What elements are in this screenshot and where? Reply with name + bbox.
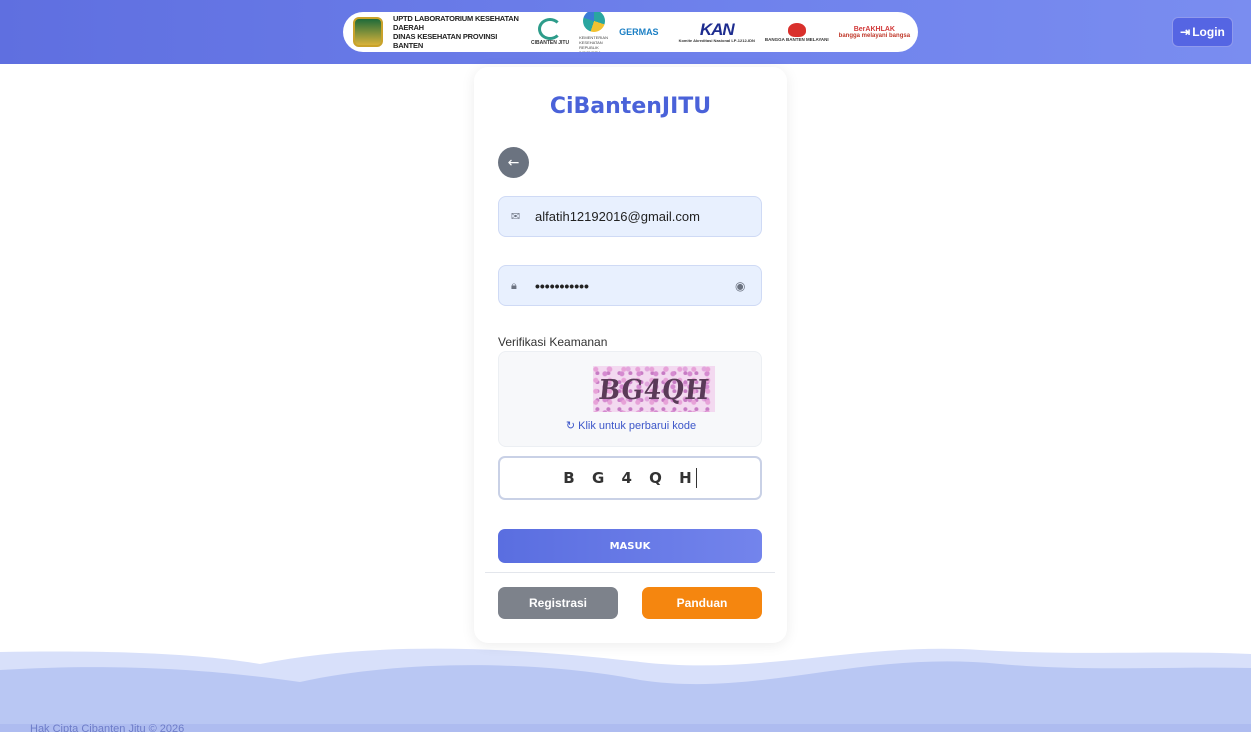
kemenkes-logo: KEMENTERIAN KESEHATAN REPUBLIK INDONESIA xyxy=(579,12,609,52)
login-card: CiBantenJITU ← ✉ alfatih12192016@gmail.c… xyxy=(474,67,787,643)
password-field[interactable]: 🔒︎ ••••••••••• ◉ xyxy=(498,265,762,306)
verification-label: Verifikasi Keamanan xyxy=(498,335,608,349)
footer-copyright: Hak Cipta Cibanten Jitu © 2026 xyxy=(30,723,185,732)
captcha-image: BG4QH xyxy=(593,366,715,412)
text-caret xyxy=(695,468,697,488)
login-button[interactable]: ⇥ Login xyxy=(1172,17,1233,47)
arrow-left-icon: ← xyxy=(507,154,520,171)
bangga-banten-logo: BANGGA BANTEN MELAYANI xyxy=(764,22,829,42)
berakhlak-logo-text: BerAKHLAK xyxy=(853,25,895,33)
panduan-button[interactable]: Panduan xyxy=(642,587,762,619)
cibanten-jitu-logo: CIBANTEN JITU xyxy=(531,18,569,46)
germas-logo: GERMAS xyxy=(619,27,659,37)
envelope-icon: ✉ xyxy=(511,210,521,223)
eye-icon[interactable]: ◉ xyxy=(735,279,749,293)
lock-icon: 🔒︎ xyxy=(511,278,517,292)
login-button-label: Login xyxy=(1192,25,1225,39)
captcha-input-value: B G 4 Q H xyxy=(563,469,698,487)
masuk-button[interactable]: MASUK xyxy=(498,529,762,563)
kan-logo-caption: Komite Akreditasi Nasional LP-1212-IDN xyxy=(678,37,755,43)
captcha-panel: BG4QH ↻ Klik untuk perbarui kode xyxy=(498,351,762,447)
bangga-melayani-logo-text: bangga melayani bangsa xyxy=(838,32,911,39)
kemenkes-mark-icon xyxy=(583,12,606,32)
captcha-refresh-label: Klik untuk perbarui kode xyxy=(578,420,697,432)
institution-line-1: UPTD LABORATORIUM KESEHATAN DAERAH xyxy=(393,14,519,32)
password-value: ••••••••••• xyxy=(535,277,589,294)
berakhlak-logo: BerAKHLAK bangga melayani bangsa xyxy=(839,26,910,39)
registrasi-button[interactable]: Registrasi xyxy=(498,587,618,619)
bangga-banten-caption: BANGGA BANTEN MELAYANI xyxy=(764,36,829,42)
partner-logo-strip: UPTD LABORATORIUM KESEHATAN DAERAH DINAS… xyxy=(343,12,918,52)
divider xyxy=(485,572,775,573)
bangga-heart-icon xyxy=(787,22,806,37)
back-button[interactable]: ← xyxy=(498,147,529,178)
institution-line-2: DINAS KESEHATAN PROVINSI BANTEN xyxy=(393,32,498,50)
captcha-input[interactable]: B G 4 Q H xyxy=(498,456,762,500)
top-navbar: UPTD LABORATORIUM KESEHATAN DAERAH DINAS… xyxy=(0,0,1251,64)
app-title: CiBantenJITU xyxy=(549,94,712,119)
refresh-icon: ↻ xyxy=(565,420,576,432)
captcha-refresh-link[interactable]: ↻ Klik untuk perbarui kode xyxy=(499,419,763,432)
banten-seal-logo xyxy=(353,17,383,47)
kan-logo-text: KAN xyxy=(699,19,735,39)
kan-logo: KAN Komite Akreditasi Nasional LP-1212-I… xyxy=(678,19,755,43)
kemenkes-logo-text: KEMENTERIAN KESEHATAN REPUBLIK INDONESIA xyxy=(579,34,608,53)
email-value: alfatih12192016@gmail.com xyxy=(535,209,700,224)
captcha-image-text: BG4QH xyxy=(596,373,712,405)
sign-in-icon: ⇥ xyxy=(1180,25,1191,39)
institution-name: UPTD LABORATORIUM KESEHATAN DAERAH DINAS… xyxy=(393,14,521,50)
email-field[interactable]: ✉ alfatih12192016@gmail.com xyxy=(498,196,762,237)
cibanten-logo-caption: CIBANTEN JITU xyxy=(531,40,570,46)
cibanten-ring-icon xyxy=(538,18,563,40)
